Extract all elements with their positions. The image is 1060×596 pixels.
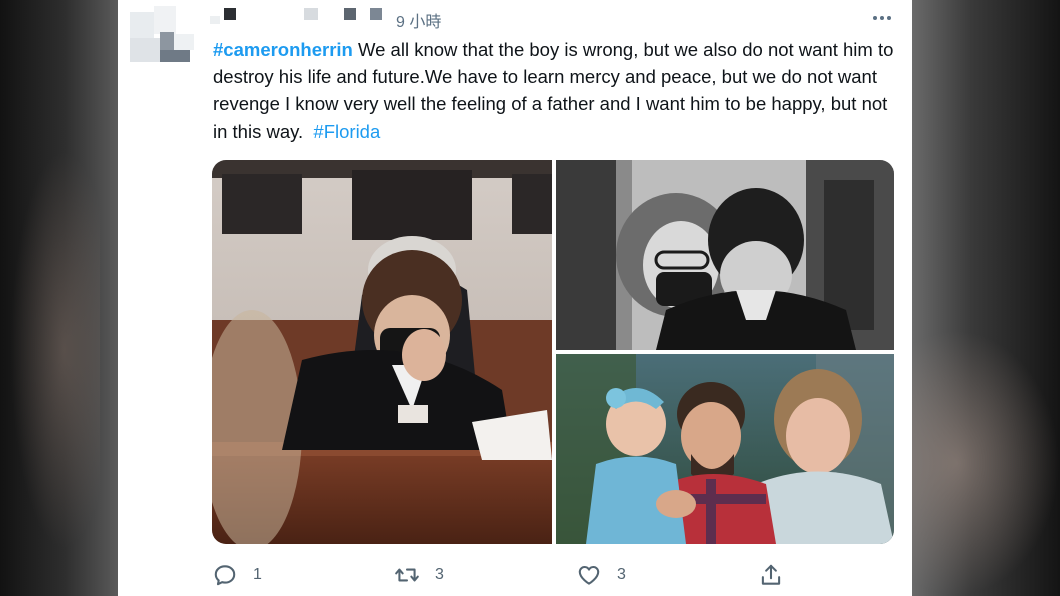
like-button[interactable]: 3 xyxy=(576,562,626,588)
background-right xyxy=(912,0,1060,596)
share-button[interactable] xyxy=(758,562,784,588)
reply-count: 1 xyxy=(253,566,262,583)
tweet-text: #cameronherrin We all know that the boy … xyxy=(213,36,903,145)
reply-button[interactable]: 1 xyxy=(212,562,262,588)
retweet-count: 3 xyxy=(435,566,444,583)
photo-embrace[interactable] xyxy=(556,160,894,350)
share-icon xyxy=(761,564,781,585)
hashtag-florida[interactable]: #Florida xyxy=(313,121,380,142)
tweet-timestamp[interactable]: 9 小時 xyxy=(396,8,441,32)
photo-courtroom[interactable] xyxy=(212,160,552,544)
photo-family[interactable] xyxy=(556,354,894,544)
media-grid xyxy=(212,160,894,544)
avatar[interactable] xyxy=(130,6,196,66)
like-count: 3 xyxy=(617,566,626,583)
more-horizontal-icon[interactable] xyxy=(870,10,894,26)
retweet-icon xyxy=(395,568,419,582)
retweet-button[interactable]: 3 xyxy=(394,562,444,588)
hashtag-cameronherrin[interactable]: #cameronherrin xyxy=(213,39,353,60)
background-left xyxy=(0,0,118,596)
reply-icon xyxy=(214,565,236,586)
heart-icon xyxy=(578,565,600,585)
tweet-actions: 1 3 3 xyxy=(212,562,892,588)
